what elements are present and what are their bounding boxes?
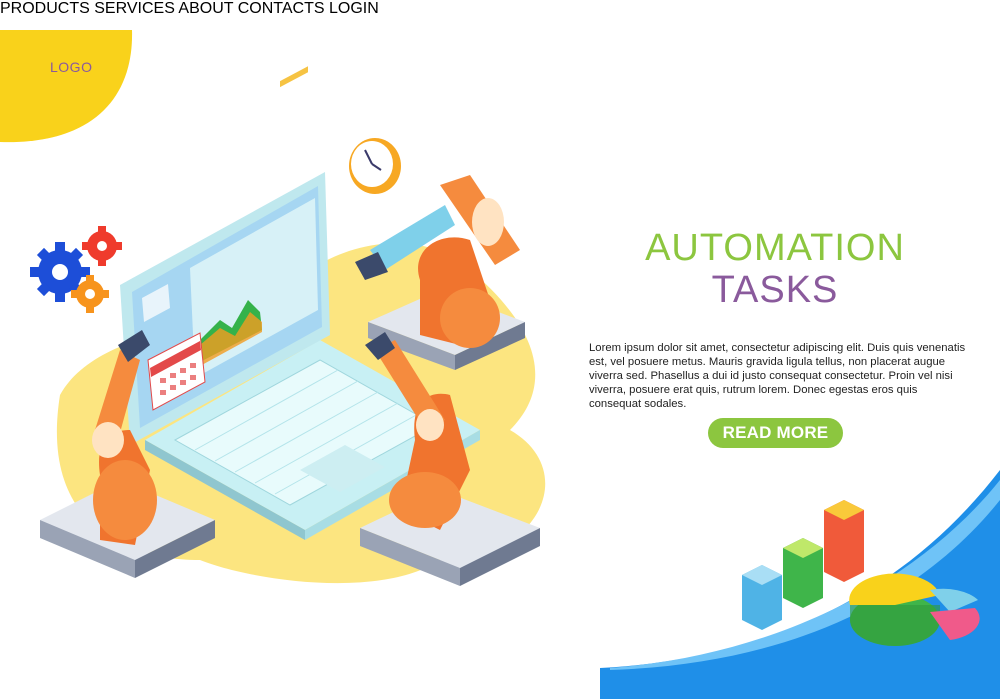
hero-title-line2: TASKS <box>711 269 839 311</box>
clock-icon <box>349 138 401 194</box>
read-more-button[interactable]: READ MORE <box>708 418 843 448</box>
hero-title-line1: AUTOMATION <box>645 227 905 269</box>
hero-description: Lorem ipsum dolor sit amet, consectetur … <box>589 342 966 411</box>
gear-icon <box>30 226 122 313</box>
